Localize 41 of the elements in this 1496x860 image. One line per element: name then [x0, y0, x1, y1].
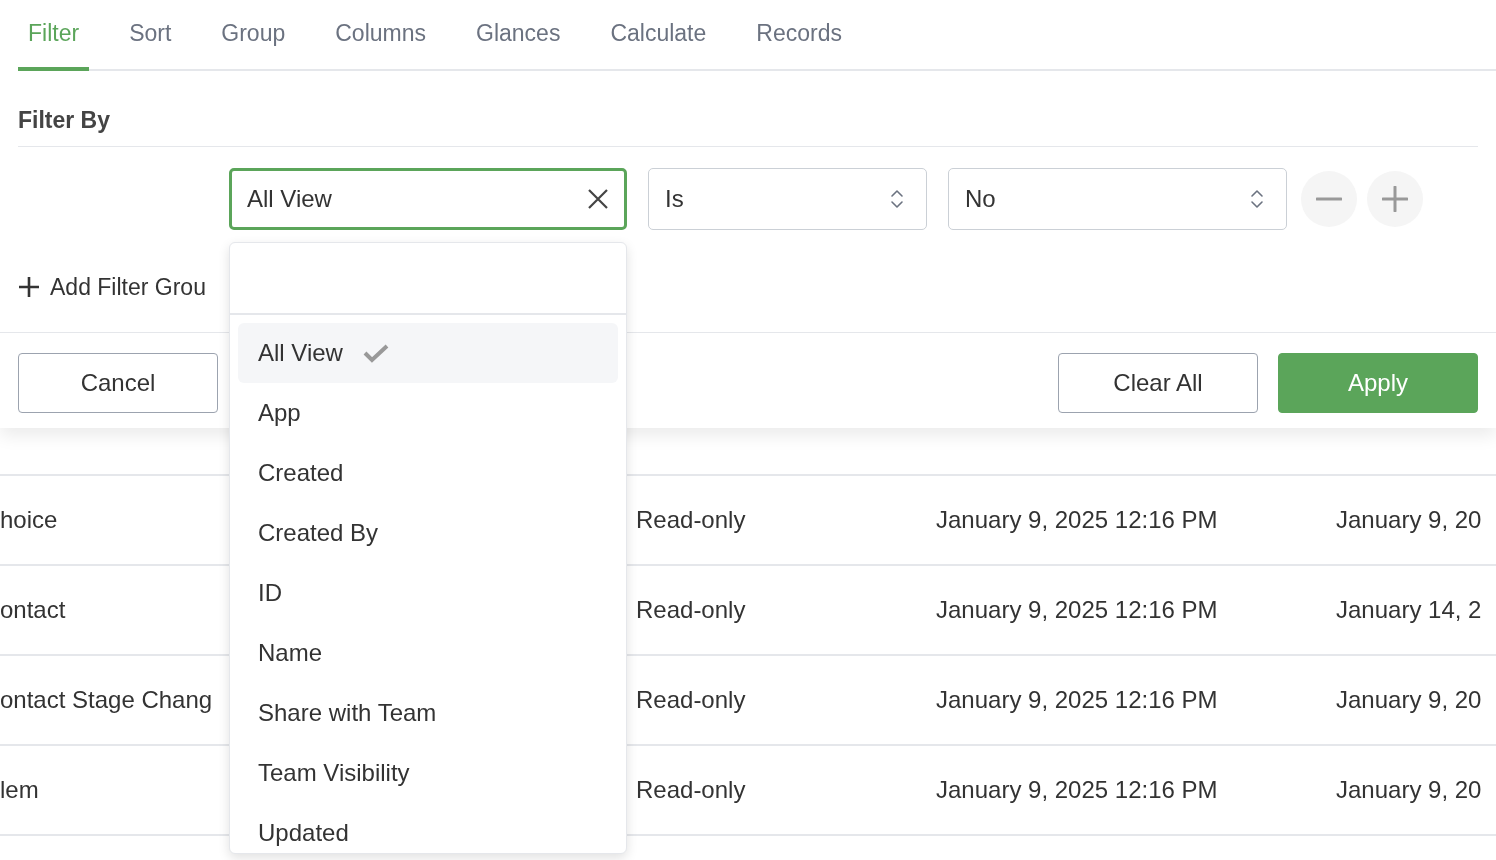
tab[interactable]: Sort	[119, 0, 182, 71]
table-cell-text: Read-only	[636, 775, 746, 805]
dropdown-option[interactable]: Updated	[238, 803, 618, 853]
tab[interactable]: Glances	[466, 0, 571, 71]
clear-all-button[interactable]: Clear All	[1058, 353, 1258, 413]
tab[interactable]: Columns	[325, 0, 436, 71]
table-cell-text: Read-only	[636, 595, 746, 625]
check-icon	[362, 343, 389, 363]
value-select[interactable]: No	[948, 167, 1287, 230]
dropdown-option[interactable]: Created By	[238, 503, 618, 563]
dropdown-option[interactable]: ID	[238, 563, 618, 623]
cancel-button[interactable]: Cancel	[18, 353, 218, 413]
dropdown-option[interactable]: All View	[238, 323, 618, 383]
table-cell-text: hoice	[0, 505, 58, 535]
dropdown-option[interactable]: Name	[238, 623, 618, 683]
tab[interactable]: Calculate	[600, 0, 717, 71]
table-cell-text: lem	[0, 775, 39, 805]
table-cell-text: Read-only	[636, 685, 746, 715]
dropdown-option[interactable]: Created	[238, 443, 618, 503]
dropdown-option[interactable]: App	[238, 383, 618, 443]
tab[interactable]: Records	[746, 0, 852, 71]
table-cell-text: January 14, 2	[1336, 595, 1482, 625]
tab[interactable]: Group	[211, 0, 296, 71]
dropdown-option[interactable]: Share with Team	[238, 683, 618, 743]
table-cell-text: January 9, 20	[1336, 505, 1482, 535]
operator-select[interactable]: Is	[648, 167, 927, 230]
table-cell-text: January 9, 2025 12:16 PM	[936, 505, 1218, 535]
add-filter-group-link[interactable]: Add Filter Grou	[18, 269, 206, 304]
table-cell-text: January 9, 2025 12:16 PM	[936, 685, 1218, 715]
table-cell-text: ontact Stage Chang	[0, 685, 213, 715]
table-cell-text: ontact	[0, 595, 66, 625]
close-icon[interactable]	[587, 187, 609, 210]
dropdown-option[interactable]: Team Visibility	[238, 743, 618, 803]
section-title: Filter By	[18, 107, 111, 133]
table-cell-text: January 9, 20	[1336, 775, 1482, 805]
field-select[interactable]: All View	[229, 167, 627, 230]
plus-icon	[18, 275, 40, 298]
table-cell-text: January 9, 2025 12:16 PM	[936, 775, 1218, 805]
table-cell-text: January 9, 2025 12:16 PM	[936, 595, 1218, 625]
table-cell-text: Read-only	[636, 505, 746, 535]
table-cell-text: January 9, 20	[1336, 685, 1482, 715]
